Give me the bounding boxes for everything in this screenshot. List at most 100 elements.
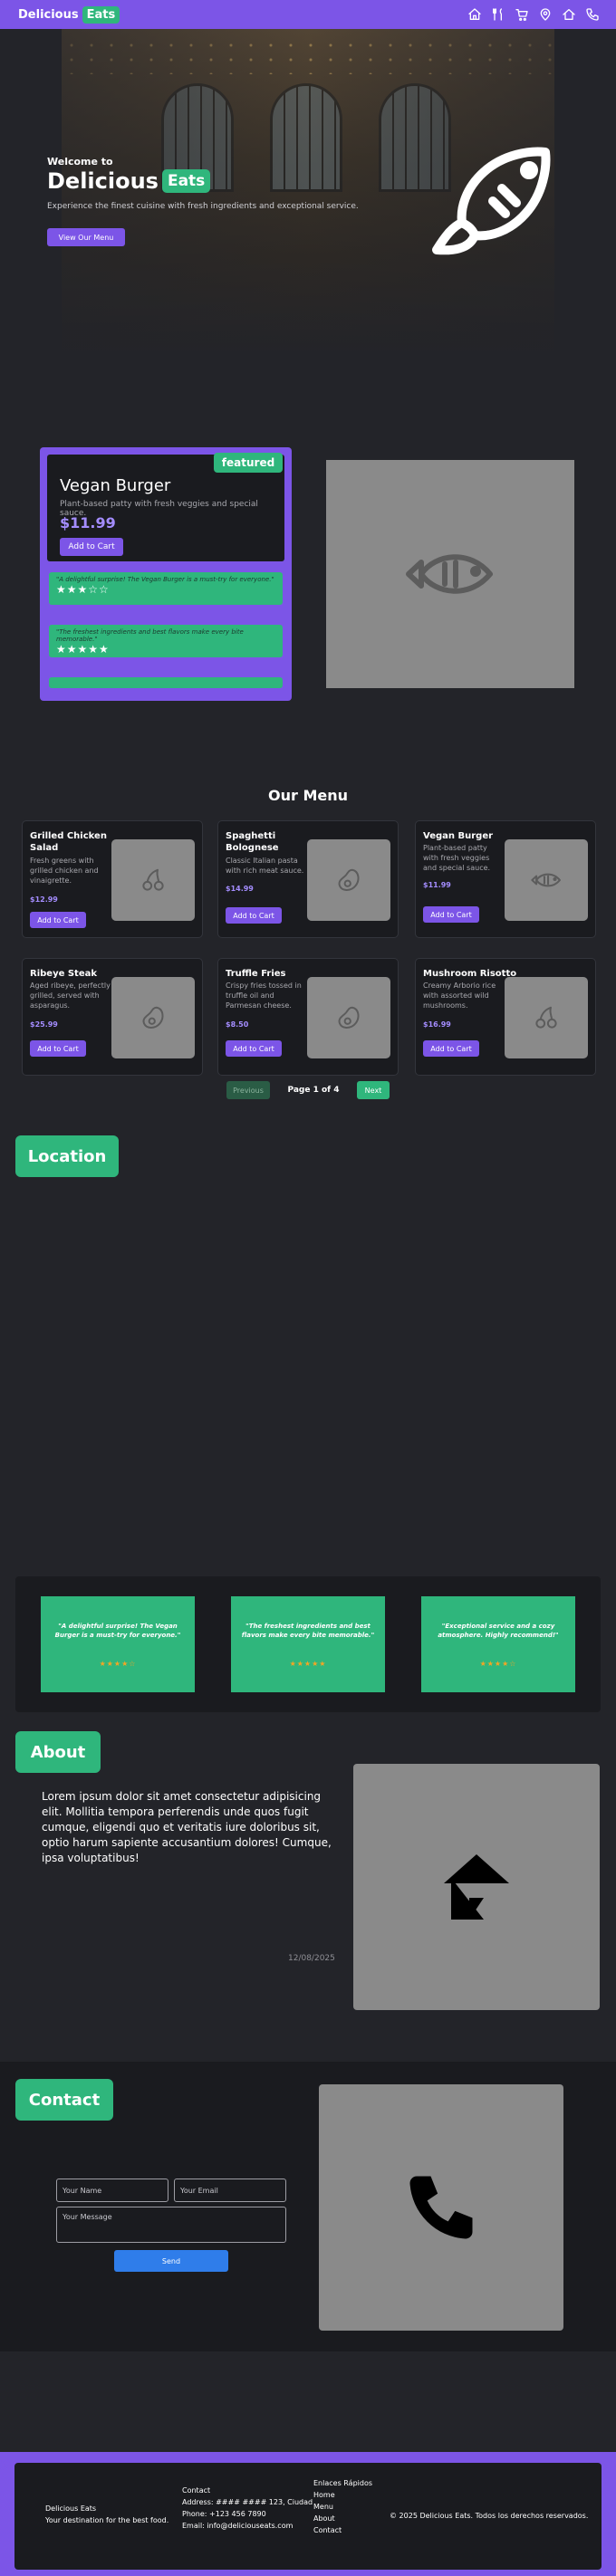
avocado-icon xyxy=(338,1006,360,1029)
fish-icon xyxy=(406,554,493,594)
menu-item-image xyxy=(307,977,390,1058)
cart-icon[interactable] xyxy=(515,7,529,22)
add-to-cart-button[interactable]: Add to Cart xyxy=(30,1040,86,1057)
map-pin-icon[interactable] xyxy=(538,7,553,22)
menu-item-image xyxy=(505,839,588,921)
featured-item-name: Vegan Burger xyxy=(60,476,171,495)
add-to-cart-button[interactable]: Add to Cart xyxy=(30,912,86,928)
phone-icon xyxy=(409,2176,473,2239)
menu-item-card: Vegan Burger Plant-based patty with fres… xyxy=(415,820,596,938)
utensils-icon[interactable] xyxy=(491,7,505,22)
testimonial-card: "A delightful surprise! The Vegan Burger… xyxy=(41,1596,195,1692)
featured-review: "A delightful surprise! The Vegan Burger… xyxy=(49,572,283,605)
footer-link-menu[interactable]: Menu xyxy=(313,2501,372,2513)
message-input[interactable] xyxy=(56,2207,286,2243)
menu-item-description: Classic Italian pasta with rich meat sau… xyxy=(226,857,304,875)
menu-item-card: Mushroom Risotto Creamy Arborio rice wit… xyxy=(415,958,596,1076)
send-button[interactable]: Send xyxy=(114,2250,228,2272)
contact-image xyxy=(319,2084,563,2331)
footer-link-contact[interactable]: Contact xyxy=(313,2524,372,2536)
brand-logo[interactable]: Delicious Eats xyxy=(18,5,120,24)
next-page-button[interactable]: Next xyxy=(357,1081,390,1099)
menu-item-name: Grilled Chicken Salad xyxy=(30,831,107,853)
menu-title: Our Menu xyxy=(267,787,348,804)
footer-links: Enlaces Rápidos Home Menu About Contact xyxy=(313,2477,372,2536)
testimonials-section: "A delightful surprise! The Vegan Burger… xyxy=(15,1576,601,1712)
previous-page-button[interactable]: Previous xyxy=(226,1081,270,1099)
add-to-cart-button[interactable]: Add to Cart xyxy=(226,1040,282,1057)
pagination: Previous Page 1 of 4 Next xyxy=(0,1081,616,1099)
footer-content: Delicious Eats Your destination for the … xyxy=(14,2463,602,2570)
menu-item-description: Plant-based patty with fresh veggies and… xyxy=(423,844,491,872)
footer-links-title: Enlaces Rápidos xyxy=(313,2479,373,2487)
footer-contact-title: Contact xyxy=(182,2486,211,2495)
fish-icon xyxy=(432,147,551,255)
menu-item-price: $25.99 xyxy=(30,1020,58,1029)
footer-copyright: © 2025 Delicious Eats. Todos los derecho… xyxy=(390,2512,589,2520)
about-text: Lorem ipsum dolor sit amet consectetur a… xyxy=(42,1790,332,1864)
menu-item-price: $14.99 xyxy=(226,885,254,893)
menu-item-description: Fresh greens with grilled chicken and vi… xyxy=(30,857,99,885)
add-to-cart-button[interactable]: Add to Cart xyxy=(226,907,282,924)
menu-item-description: Creamy Arborio rice with assorted wild m… xyxy=(423,982,496,1010)
hero-welcome: Welcome to xyxy=(47,156,113,168)
page-indicator: Page 1 of 4 xyxy=(287,1086,340,1095)
location-heading: Location xyxy=(15,1135,119,1177)
hero-title-text: Delicious xyxy=(47,168,159,194)
menu-item-card: Grilled Chicken Salad Fresh greens with … xyxy=(22,820,203,938)
featured-badge: featured xyxy=(214,453,283,473)
about-heading: About xyxy=(15,1731,101,1773)
email-input[interactable] xyxy=(174,2179,286,2202)
testimonial-card: "Exceptional service and a cozy atmosphe… xyxy=(421,1596,575,1692)
rating-stars: ★★★☆☆ xyxy=(56,583,110,596)
testimonial-text: "The freshest ingredients and best flavo… xyxy=(241,1622,375,1639)
menu-item-price: $11.99 xyxy=(423,881,451,889)
hero-title-accent: Eats xyxy=(161,169,211,193)
testimonial-text: "A delightful surprise! The Vegan Burger… xyxy=(54,1622,181,1639)
featured-item-image xyxy=(326,460,574,688)
featured-item-price: $11.99 xyxy=(60,514,116,531)
footer-brand-name: Delicious Eats xyxy=(45,2504,97,2513)
brand-name: Delicious xyxy=(18,7,79,22)
testimonial-text: "Exceptional service and a cozy atmosphe… xyxy=(438,1622,559,1639)
menu-item-image xyxy=(111,977,195,1058)
menu-item-description: Crispy fries tossed in truffle oil and P… xyxy=(226,982,302,1010)
view-menu-button[interactable]: View Our Menu xyxy=(47,228,125,246)
house-alert-icon xyxy=(444,1854,509,1920)
contact-heading: Contact xyxy=(15,2079,113,2121)
footer-link-home[interactable]: Home xyxy=(313,2489,372,2501)
footer-email: Email: info@deliciouseats.com xyxy=(182,2522,294,2530)
rating-stars: ★★★★★ xyxy=(56,643,110,656)
footer-address: Address: #### #### 123, Ciudad xyxy=(182,2498,313,2506)
hero-subtitle: Experience the finest cuisine with fresh… xyxy=(47,202,359,211)
menu-item-name: Spaghetti Bolognese xyxy=(226,831,279,853)
rating-stars: ★★★★☆ xyxy=(99,1659,137,1668)
menu-item-card: Truffle Fries Crispy fries tossed in tru… xyxy=(217,958,399,1076)
home-outline-icon[interactable] xyxy=(562,7,576,22)
footer-contact: Contact Address: #### #### 123, Ciudad P… xyxy=(182,2485,313,2532)
testimonial-card: "The freshest ingredients and best flavo… xyxy=(231,1596,385,1692)
featured-add-to-cart-button[interactable]: Add to Cart xyxy=(60,538,123,556)
cherry-icon xyxy=(535,1006,557,1029)
featured-review-text: "A delightful surprise! The Vegan Burger… xyxy=(56,576,274,583)
footer: Delicious Eats Your destination for the … xyxy=(0,2452,616,2576)
featured-item-card: featured Vegan Burger Plant-based patty … xyxy=(40,447,292,701)
featured-review: "The freshest ingredients and best flavo… xyxy=(49,625,283,657)
footer-tagline: Your destination for the best food. xyxy=(45,2516,169,2524)
footer-link-about[interactable]: About xyxy=(313,2513,372,2524)
menu-item-image xyxy=(505,977,588,1058)
home-icon[interactable] xyxy=(467,7,482,22)
menu-item-name: Truffle Fries xyxy=(226,969,286,979)
about-date: 12/08/2025 xyxy=(288,1954,335,1963)
name-input[interactable] xyxy=(56,2179,168,2202)
menu-item-card: Spaghetti Bolognese Classic Italian past… xyxy=(217,820,399,938)
location-map-area xyxy=(15,1186,601,1530)
footer-brand: Delicious Eats Your destination for the … xyxy=(45,2503,168,2526)
rating-stars: ★★★★★ xyxy=(289,1659,327,1668)
add-to-cart-button[interactable]: Add to Cart xyxy=(423,1040,479,1057)
menu-item-image xyxy=(307,839,390,921)
menu-item-price: $16.99 xyxy=(423,1020,451,1029)
add-to-cart-button[interactable]: Add to Cart xyxy=(423,906,479,923)
footer-phone: Phone: +123 456 7890 xyxy=(182,2510,266,2518)
phone-icon[interactable] xyxy=(585,7,600,22)
